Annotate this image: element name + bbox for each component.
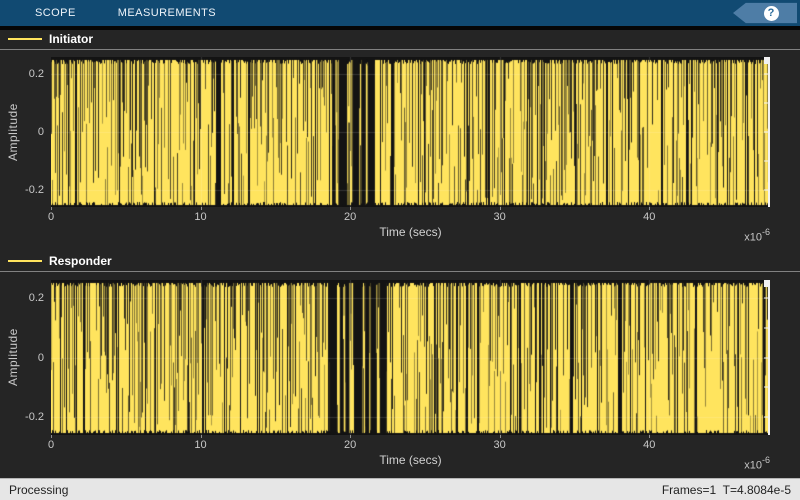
status-message: Processing [9,482,69,497]
status-bar: Processing Frames=1 T=4.8084e-5 [0,478,800,500]
x-tick-label: 20 [343,211,357,223]
x-tick-label: 30 [493,211,506,223]
tab-measurements[interactable]: MEASUREMENTS [97,0,237,26]
initiator-plot-area: 0.2 0 -0.2 0 10 20 30 40 Time (secs) x10… [25,57,770,244]
tab-scope[interactable]: SCOPE [14,0,97,26]
x-axis-label: Time (secs) [379,225,442,239]
right-axis-tick [764,160,769,162]
x-tick-label: 40 [643,211,656,223]
y-tick-label: -0.2 [25,411,44,424]
help-button[interactable]: ? [733,2,797,24]
scope-window: SCOPE MEASUREMENTS ? Initiator Amplitude… [0,0,800,500]
x-tick-mark [200,435,202,438]
responder-panel: Responder Amplitude 0.2 0 -0.2 0 10 20 3… [0,252,800,478]
legend-separator [0,271,800,272]
responder-legend: Responder [0,252,800,270]
x-tick-mark [350,435,352,438]
x-tick-label: 0 [47,211,55,223]
x-tick-label: 10 [194,211,207,223]
right-axis-tick [764,102,769,104]
x-tick-mark [649,207,651,210]
x-tick-mark [649,435,651,438]
frame-time-readout: Frames=1 T=4.8084e-5 [661,482,791,497]
x-tick-mark [499,435,501,438]
x-tick-mark [51,435,52,438]
yellow-line-sample-icon [8,38,42,40]
x-tick-label: 20 [343,439,357,451]
legend-label: Initiator [49,32,93,46]
scrollbar-thumb[interactable] [764,57,770,64]
x-axis-multiplier: x10-6 [744,227,770,244]
legend-item-responder[interactable]: Responder [8,252,112,270]
right-axis-tick [764,327,769,329]
legend-separator [0,49,800,50]
right-axis-tick [764,297,769,299]
responder-plot-area: 0.2 0 -0.2 0 10 20 30 40 Time (secs) x10… [25,280,770,472]
help-icon: ? [763,5,779,21]
right-axis-tick [764,357,769,358]
y-tick-label: -0.2 [25,183,44,196]
x-tick-label: 40 [643,439,656,451]
x-axis-label: Time (secs) [379,453,442,467]
x-tick-mark [200,207,202,210]
x-tick-label: 30 [493,439,506,451]
legend-label: Responder [49,254,112,268]
y-tick-label: 0 [37,351,44,364]
scrollbar-thumb[interactable] [764,280,770,287]
x-tick-mark [499,207,501,210]
initiator-panel: Initiator Amplitude 0.2 0 -0.2 0 10 20 3… [0,30,800,252]
initiator-legend: Initiator [0,30,800,48]
y-tick-label: 0.2 [28,68,44,81]
y-tick-label: 0 [37,126,44,138]
x-tick-mark [350,207,352,210]
responder-waveform[interactable] [51,280,770,435]
y-tick-label: 0.2 [28,291,44,304]
right-axis-tick [764,386,769,388]
x-tick-label: 10 [194,439,207,451]
legend-item-initiator[interactable]: Initiator [8,30,93,48]
x-tick-mark [51,207,52,210]
right-axis-tick [764,189,769,191]
toolstrip: SCOPE MEASUREMENTS ? [0,0,800,26]
yellow-line-sample-icon [8,260,42,262]
x-tick-label: 0 [47,439,55,451]
x-axis-multiplier: x10-6 [744,455,770,472]
right-axis-tick [764,73,769,75]
right-axis-tick [764,416,769,418]
right-axis-tick [764,131,769,133]
initiator-waveform[interactable] [51,57,770,207]
